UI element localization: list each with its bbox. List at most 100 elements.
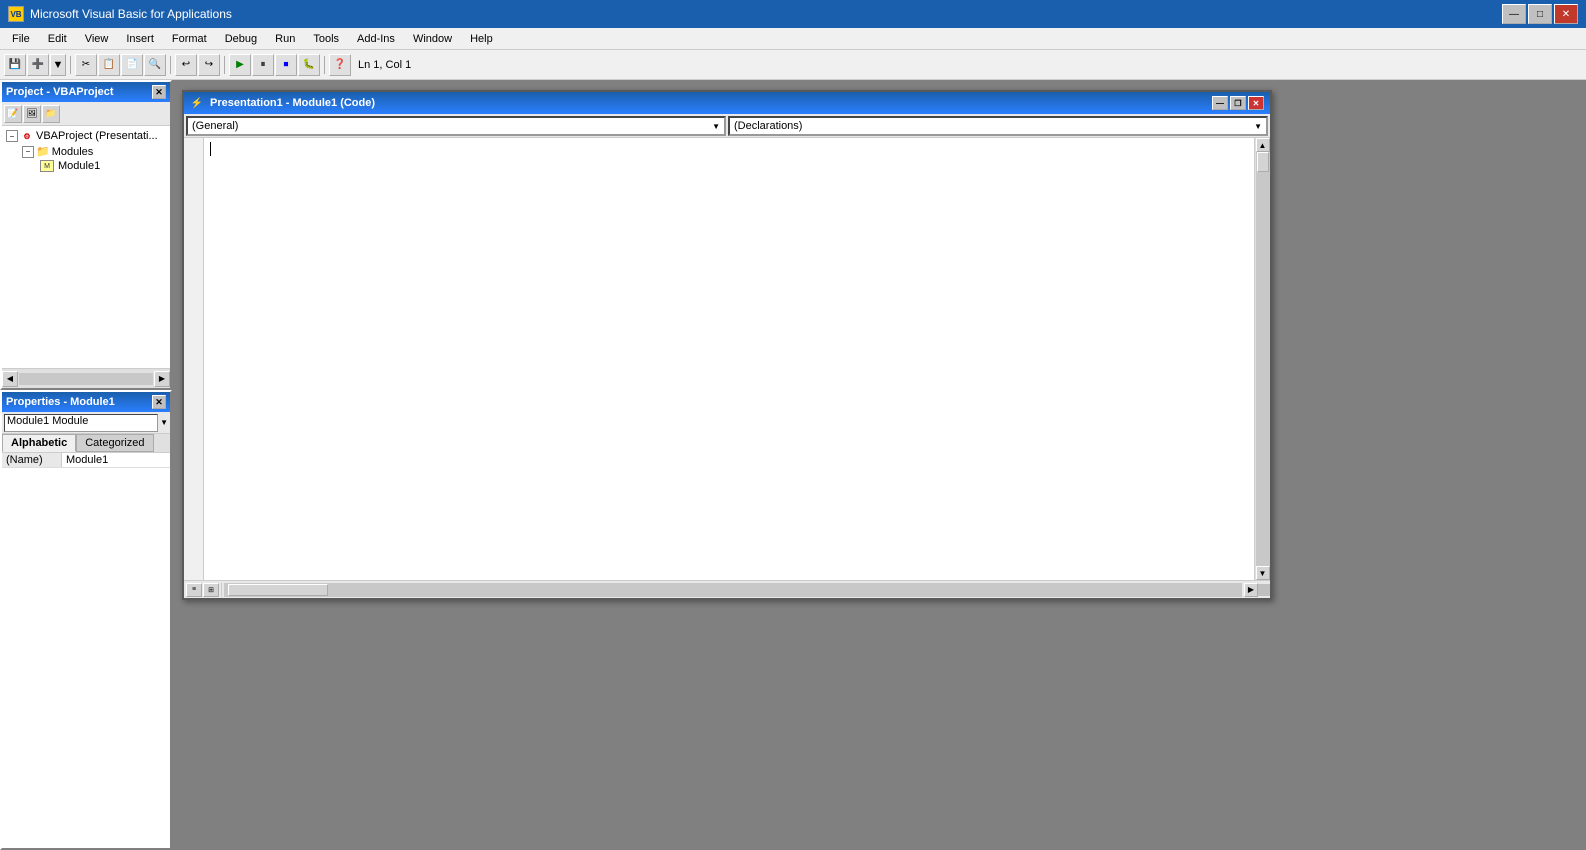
- resize-corner: [1258, 584, 1270, 596]
- code-window-title: ⚡ Presentation1 - Module1 (Code) — ❐ ✕: [184, 92, 1270, 114]
- project-view-code[interactable]: 📝: [4, 105, 22, 123]
- vbaproject-icon: ⚙: [20, 129, 34, 143]
- project-panel-close[interactable]: ✕: [152, 85, 166, 99]
- hscroll-thumb[interactable]: [228, 584, 328, 596]
- vbaproject-label: VBAProject (Presentati...: [36, 130, 158, 142]
- code-editor-content[interactable]: [204, 138, 1254, 580]
- view-procedure-btn[interactable]: ≡: [186, 583, 202, 597]
- menu-format[interactable]: Format: [164, 31, 215, 47]
- tab-alphabetic[interactable]: Alphabetic: [2, 434, 76, 452]
- prop-object-dropdown-arrow[interactable]: ▼: [160, 418, 168, 427]
- expander-modules[interactable]: −: [22, 146, 34, 158]
- code-window-controls: — ❐ ✕: [1212, 96, 1264, 110]
- code-hscrollbar[interactable]: [224, 583, 1242, 597]
- code-bottom-bar: ≡ ⊞ ▶: [184, 580, 1270, 598]
- properties-panel-header: Properties - Module1 ✕: [2, 392, 170, 412]
- tab-categorized[interactable]: Categorized: [76, 434, 153, 452]
- menu-view[interactable]: View: [77, 31, 117, 47]
- toolbar-cut[interactable]: ✂: [75, 54, 97, 76]
- menu-help[interactable]: Help: [462, 31, 501, 47]
- vscroll-track[interactable]: [1256, 152, 1270, 566]
- window-controls: — □ ✕: [1502, 4, 1578, 24]
- toolbar-save[interactable]: 💾: [4, 54, 26, 76]
- properties-panel-close[interactable]: ✕: [152, 395, 166, 409]
- code-view-buttons: ≡ ⊞: [184, 583, 221, 597]
- menu-insert[interactable]: Insert: [118, 31, 162, 47]
- code-area: ⚡ Presentation1 - Module1 (Code) — ❐ ✕ (…: [172, 80, 1586, 850]
- code-dropdowns: (General) ▼ (Declarations) ▼: [184, 114, 1270, 138]
- code-window: ⚡ Presentation1 - Module1 (Code) — ❐ ✕ (…: [182, 90, 1272, 600]
- tree-vbaproject[interactable]: − ⚙ VBAProject (Presentati...: [4, 128, 168, 144]
- status-position: Ln 1, Col 1: [358, 59, 411, 71]
- toolbar-stop[interactable]: ⏹: [275, 54, 297, 76]
- prop-object-value: Module1 Module: [7, 415, 88, 427]
- project-view-object[interactable]: 🖼: [23, 105, 41, 123]
- prop-object-combo[interactable]: Module1 Module: [4, 414, 158, 432]
- toolbar-undo[interactable]: ↩: [175, 54, 197, 76]
- code-restore-button[interactable]: ❐: [1230, 96, 1246, 110]
- toolbar-redo[interactable]: ↪: [198, 54, 220, 76]
- menu-file[interactable]: File: [4, 31, 38, 47]
- code-window-icon: ⚡: [190, 96, 204, 110]
- vscroll-up[interactable]: ▲: [1256, 138, 1270, 152]
- code-cursor: [210, 142, 211, 156]
- toolbar-debug[interactable]: 🐛: [298, 54, 320, 76]
- menu-bar: File Edit View Insert Format Debug Run T…: [0, 28, 1586, 50]
- toolbar-pause[interactable]: ⏸: [252, 54, 274, 76]
- close-button[interactable]: ✕: [1554, 4, 1578, 24]
- hscroll-track[interactable]: [19, 373, 153, 385]
- toolbar-run[interactable]: ▶: [229, 54, 251, 76]
- vscroll-down[interactable]: ▼: [1256, 566, 1270, 580]
- vscroll-thumb[interactable]: [1257, 152, 1269, 172]
- code-minimize-button[interactable]: —: [1212, 96, 1228, 110]
- properties-panel-title: Properties - Module1: [6, 396, 115, 408]
- hscroll-left[interactable]: ◀: [2, 371, 18, 387]
- properties-panel: Properties - Module1 ✕ Module1 Module ▼ …: [0, 390, 172, 850]
- menu-tools[interactable]: Tools: [305, 31, 347, 47]
- maximize-button[interactable]: □: [1528, 4, 1552, 24]
- app-icon: VB: [8, 6, 24, 22]
- code-gutter: [184, 138, 204, 580]
- main-toolbar: 💾 ➕ ▼ ✂ 📋 📄 🔍 ↩ ↪ ▶ ⏸ ⏹ 🐛 ❓ Ln 1, Col 1: [0, 50, 1586, 80]
- hscroll-right[interactable]: ▶: [154, 371, 170, 387]
- code-right-dropdown-value: (Declarations): [734, 120, 802, 132]
- minimize-button[interactable]: —: [1502, 4, 1526, 24]
- left-panel: Project - VBAProject ✕ 📝 🖼 📁 − ⚙ VBAProj…: [0, 80, 172, 850]
- toolbar-paste[interactable]: 📄: [121, 54, 143, 76]
- menu-addins[interactable]: Add-Ins: [349, 31, 403, 47]
- tree-modules-folder[interactable]: − 📁 Modules: [4, 144, 168, 159]
- separator-3: [224, 56, 225, 74]
- menu-edit[interactable]: Edit: [40, 31, 75, 47]
- prop-row-name: (Name) Module1: [2, 453, 170, 468]
- hscroll-right-btn[interactable]: ▶: [1244, 583, 1258, 597]
- code-left-dropdown[interactable]: (General) ▼: [186, 116, 726, 136]
- code-window-title-text: Presentation1 - Module1 (Code): [210, 97, 1206, 109]
- toolbar-find[interactable]: 🔍: [144, 54, 166, 76]
- project-toggle-folders[interactable]: 📁: [42, 105, 60, 123]
- app-title: Microsoft Visual Basic for Applications: [30, 7, 1496, 21]
- prop-value-cell[interactable]: Module1: [62, 453, 170, 467]
- tree-module1[interactable]: M Module1: [4, 159, 168, 173]
- modules-folder-label: Modules: [52, 146, 94, 158]
- project-panel-title: Project - VBAProject: [6, 86, 114, 98]
- toolbar-add[interactable]: ➕: [27, 54, 49, 76]
- bottom-separator: [221, 583, 222, 597]
- project-panel-header: Project - VBAProject ✕: [2, 82, 170, 102]
- project-panel-toolbar: 📝 🖼 📁: [2, 102, 170, 126]
- code-vscrollbar: ▲ ▼: [1254, 138, 1270, 580]
- menu-window[interactable]: Window: [405, 31, 460, 47]
- toolbar-copy[interactable]: 📋: [98, 54, 120, 76]
- menu-debug[interactable]: Debug: [217, 31, 265, 47]
- menu-run[interactable]: Run: [267, 31, 303, 47]
- project-hscroll: ◀ ▶: [2, 368, 170, 388]
- prop-object-select: Module1 Module ▼: [2, 412, 170, 434]
- code-right-dropdown[interactable]: (Declarations) ▼: [728, 116, 1268, 136]
- code-editor: ▲ ▼: [184, 138, 1270, 580]
- toolbar-dropdown[interactable]: ▼: [50, 54, 66, 76]
- view-module-btn[interactable]: ⊞: [203, 583, 219, 597]
- separator-1: [70, 56, 71, 74]
- expander-vbaproject[interactable]: −: [6, 130, 18, 142]
- code-close-button[interactable]: ✕: [1248, 96, 1264, 110]
- toolbar-help[interactable]: ❓: [329, 54, 351, 76]
- module1-label: Module1: [58, 160, 100, 172]
